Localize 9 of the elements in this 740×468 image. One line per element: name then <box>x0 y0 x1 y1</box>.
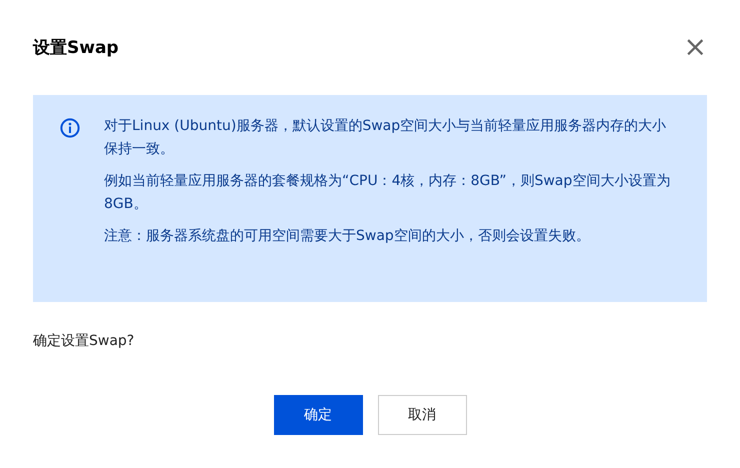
notice-text: 对于Linux (Ubuntu)服务器，默认设置的Swap空间大小与当前轻量应用服务器内存的大小保持一致。 <box>104 117 668 159</box>
confirm-question: 确定设置Swap? <box>33 332 136 350</box>
close-button[interactable]: × <box>684 33 707 61</box>
confirm-button[interactable]: 确定 <box>274 395 362 435</box>
cancel-button[interactable]: 取消 <box>378 395 466 435</box>
info-icon <box>60 118 80 138</box>
dialog-title: 设置Swap <box>33 36 119 58</box>
notice-text: 例如当前轻量应用服务器的套餐规格为“CPU：4核，内存：8GB”，则Swap空间大小设置为8GB。 <box>104 172 672 214</box>
notice-text: 注意：服务器系统盘的可用空间需要大于Swap空间的大小，否则会设置失败。 <box>104 227 591 246</box>
